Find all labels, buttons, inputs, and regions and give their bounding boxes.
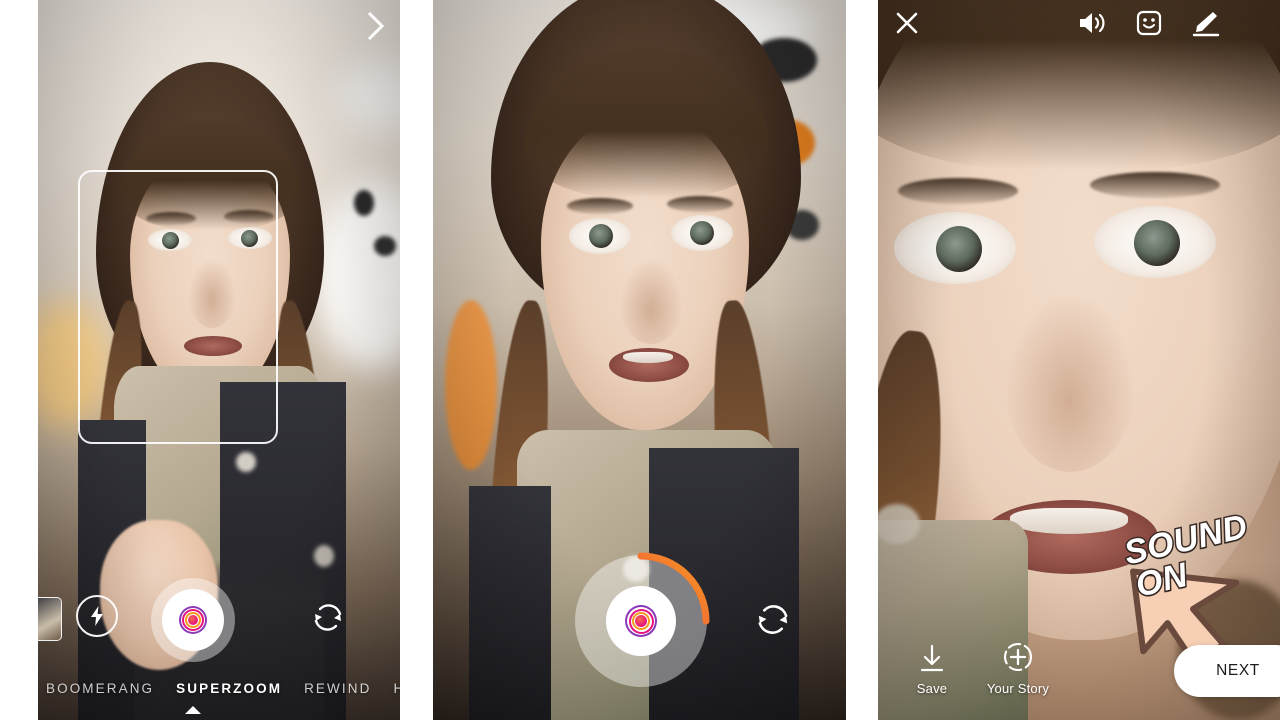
wall-decal-bat-1 — [354, 190, 374, 216]
save-label: Save — [916, 681, 948, 696]
subject-brow-left — [567, 198, 633, 214]
sticker-icon — [1136, 10, 1162, 36]
your-story-label: Your Story — [986, 681, 1050, 696]
subject-iris-left — [936, 226, 982, 272]
subject-iris-right — [1134, 220, 1180, 266]
next-button[interactable]: NEXT — [1174, 645, 1280, 697]
flip-camera-button[interactable] — [749, 596, 797, 642]
mode-active-caret-icon — [185, 706, 201, 714]
window-light — [445, 300, 497, 470]
your-story-button[interactable]: Your Story — [970, 640, 1066, 696]
subject-nose — [619, 258, 683, 344]
mode-selector[interactable]: BOOMERANG SUPERZOOM REWIND HANDS-FR — [38, 681, 400, 696]
screen-capture-superzoom: BOOMERANG SUPERZOOM REWIND HANDS-FR — [38, 0, 400, 720]
download-icon — [920, 644, 944, 672]
screenshot-root: BOOMERANG SUPERZOOM REWIND HANDS-FR — [0, 0, 1280, 720]
close-icon — [896, 12, 918, 34]
shutter-button[interactable] — [151, 578, 235, 662]
save-button[interactable]: Save — [904, 644, 960, 696]
face-detection-box — [78, 170, 278, 444]
subject-teeth — [623, 352, 673, 363]
draw-button[interactable] — [1188, 6, 1224, 40]
subject-eye-right — [671, 215, 733, 251]
shutter-inner — [606, 586, 676, 656]
subject-brow-left — [898, 178, 1018, 204]
flash-icon — [91, 606, 103, 626]
flash-button[interactable] — [76, 595, 118, 637]
chevron-right-icon — [355, 11, 385, 41]
subject-eye-left — [569, 218, 631, 254]
subject-iris-right — [690, 221, 714, 245]
speaker-on-icon — [1080, 13, 1105, 33]
overall-button — [236, 452, 256, 472]
draw-pen-icon — [1192, 12, 1220, 37]
superzoom-rings-icon — [625, 605, 657, 637]
mode-item-hands-free[interactable]: HANDS-FR — [393, 681, 400, 696]
screen-share-sheet: SOUND ON Save Your Story NEXT — [878, 0, 1280, 720]
shutter-inner — [162, 589, 224, 651]
mode-item-rewind[interactable]: REWIND — [304, 681, 371, 696]
sticker-button[interactable] — [1132, 6, 1166, 40]
flip-camera-button[interactable] — [306, 596, 350, 638]
screen-recording — [433, 0, 846, 720]
wall-decal-bat-2 — [374, 236, 396, 256]
shutter-button-recording[interactable] — [572, 552, 710, 690]
subject-iris-left — [589, 224, 613, 248]
flip-camera-icon — [758, 605, 788, 634]
subject-brow-right — [667, 196, 733, 212]
subject-nose — [1004, 292, 1136, 472]
subject-eye-right — [1094, 206, 1216, 278]
close-button[interactable] — [890, 6, 924, 40]
subject-mouth — [609, 348, 689, 382]
gallery-thumbnail-button[interactable] — [38, 597, 62, 641]
add-to-story-icon — [1003, 642, 1033, 672]
mode-item-superzoom[interactable]: SUPERZOOM — [176, 681, 282, 696]
subject-teeth — [1010, 508, 1128, 534]
superzoom-rings-icon — [179, 606, 207, 634]
mode-item-boomerang[interactable]: BOOMERANG — [46, 681, 154, 696]
subject-overalls-left — [469, 486, 551, 720]
overall-clip — [314, 545, 334, 567]
subject-brow-right — [1090, 172, 1220, 198]
next-button-label: NEXT — [1216, 662, 1260, 679]
subject-eye-left — [894, 212, 1016, 284]
sound-toggle-button[interactable] — [1074, 6, 1110, 40]
flip-camera-icon — [314, 604, 342, 631]
next-screen-chevron-button[interactable] — [355, 10, 388, 42]
